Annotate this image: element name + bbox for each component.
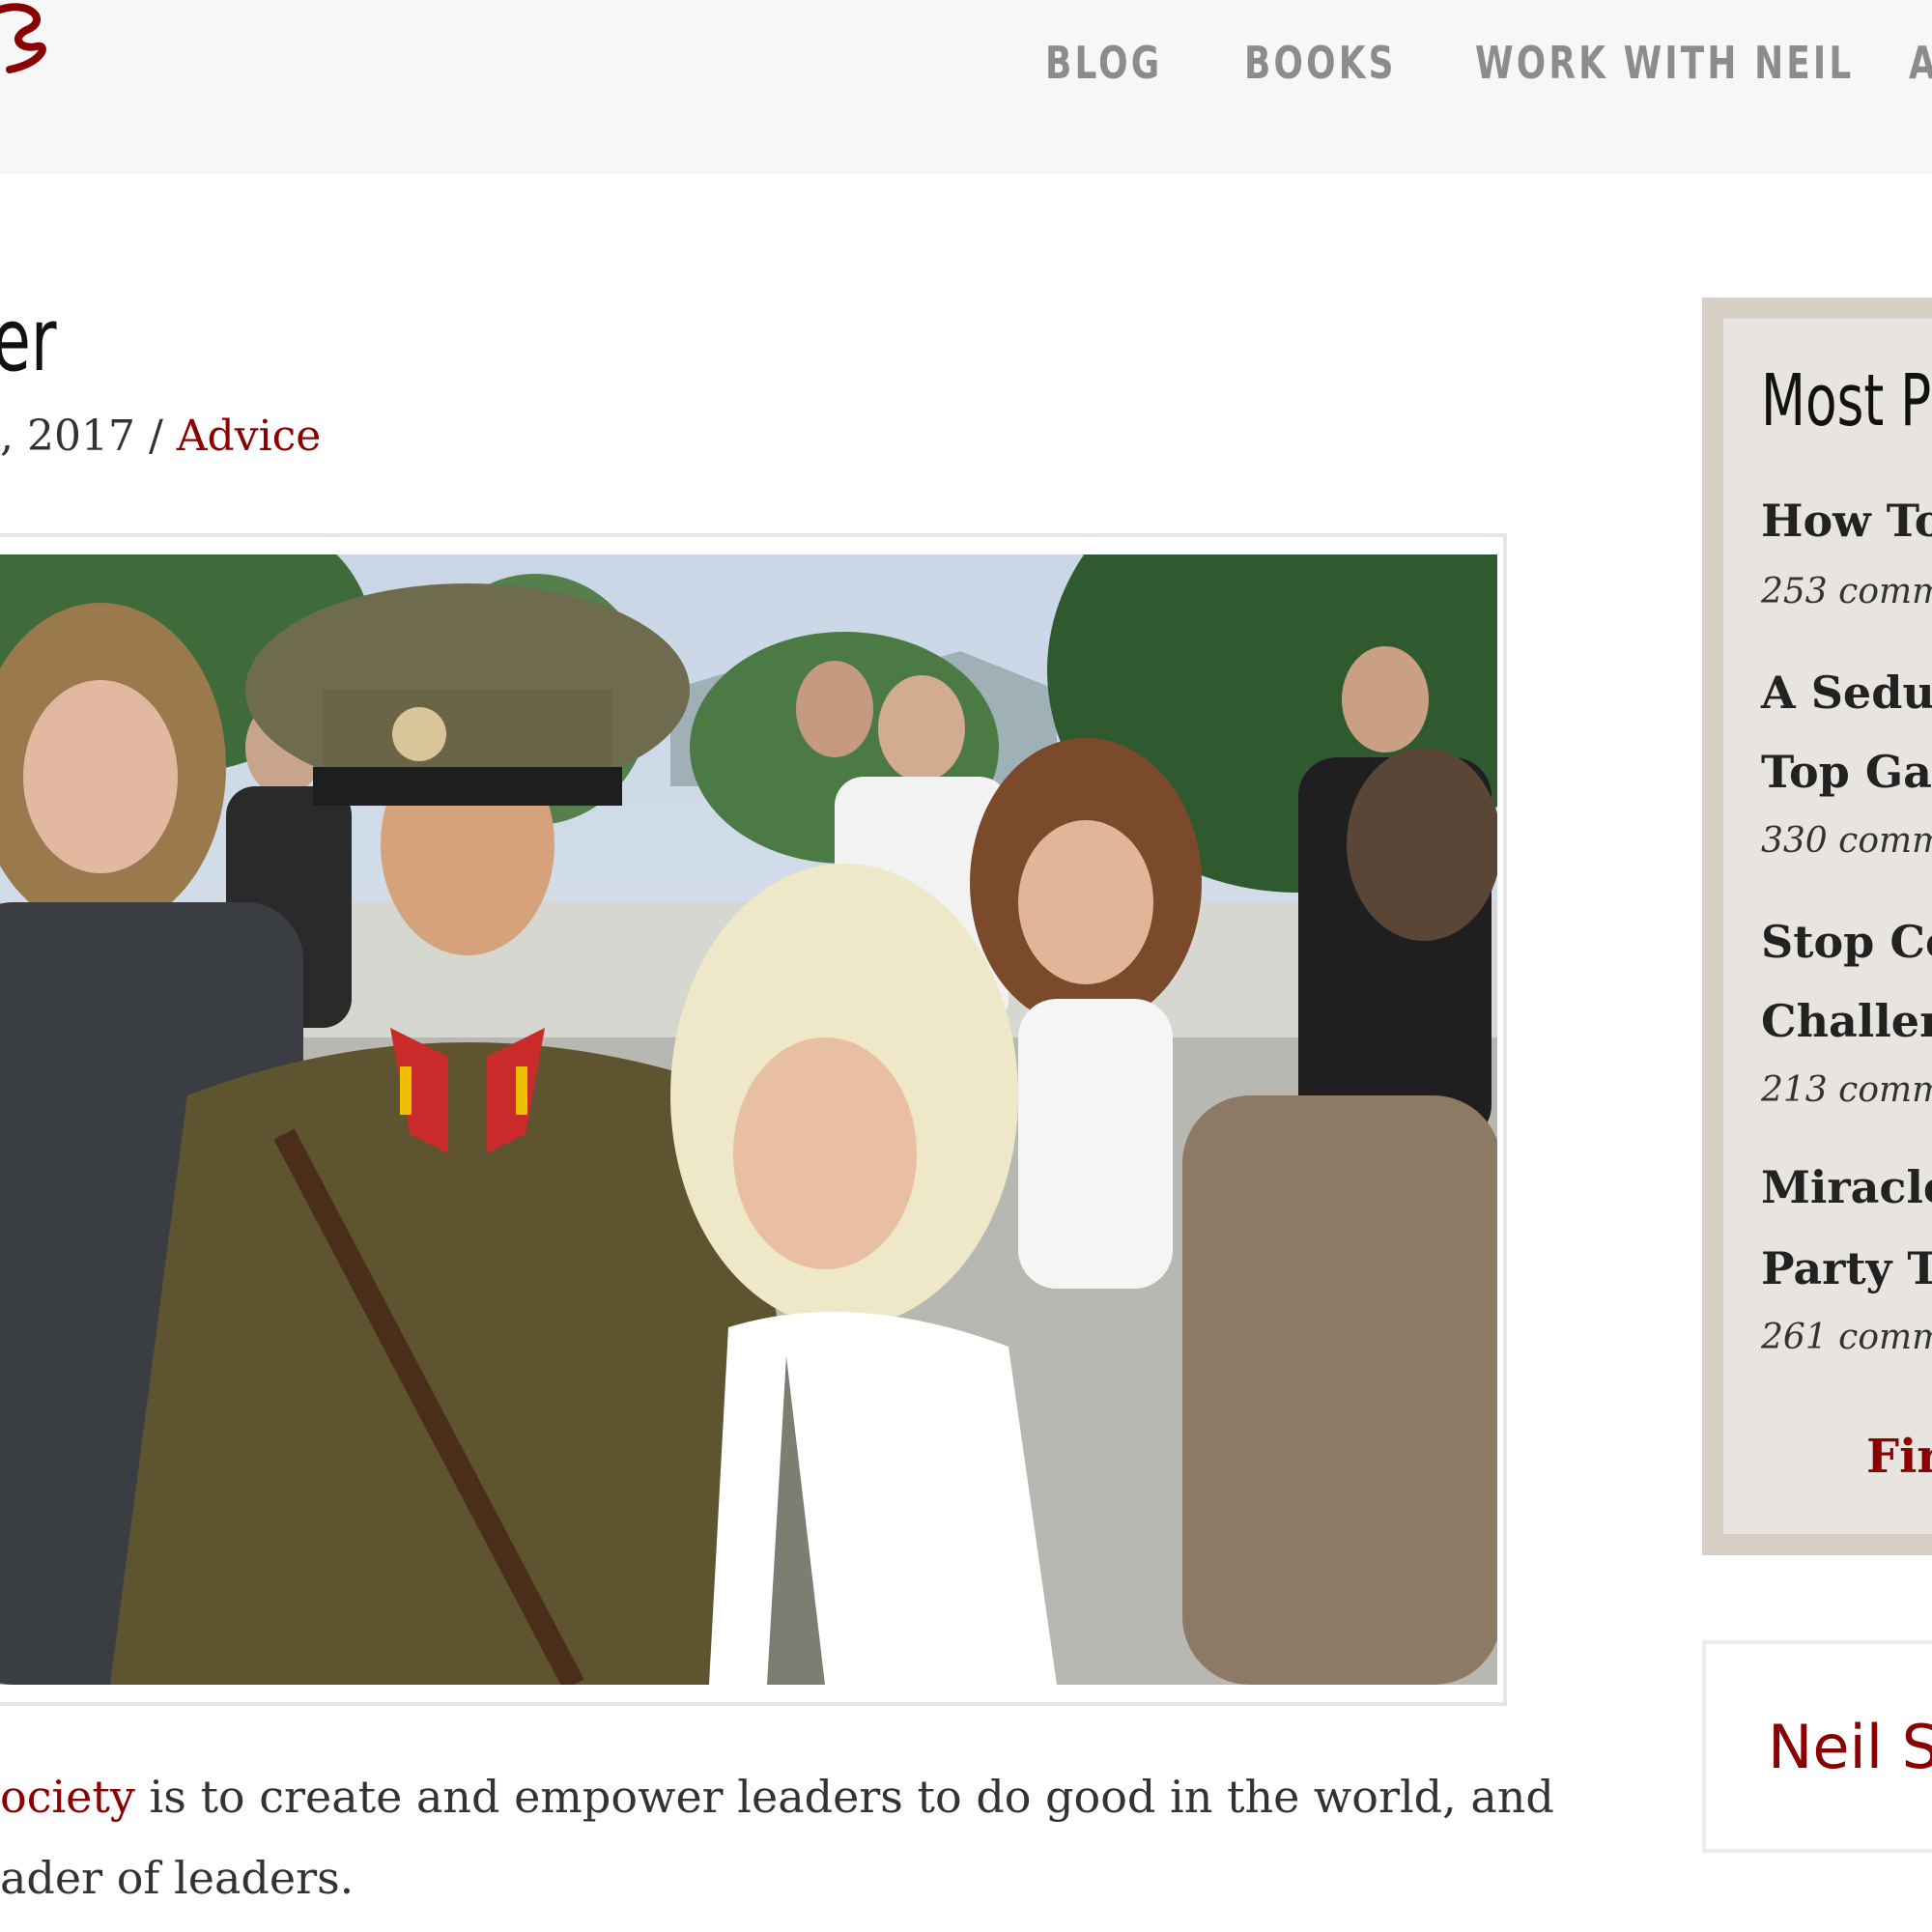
logo-icon[interactable] [0, 0, 58, 97]
popular-post-comments: 261 comm [1761, 1318, 1932, 1357]
author-name: Neil St [1768, 1712, 1932, 1782]
popular-post-comments: 253 comm [1761, 572, 1932, 611]
body-line-2: ader of leaders. [0, 1852, 355, 1904]
nav-work-with-neil[interactable]: WORK WITH NEIL [1475, 37, 1854, 89]
category-link[interactable]: Advice [177, 412, 322, 461]
society-link[interactable]: ociety [0, 1771, 135, 1823]
nav-blog[interactable]: BLOG [1045, 37, 1162, 89]
post-meta: , 2017 / Advice [0, 412, 321, 461]
nav-about[interactable]: A [1909, 37, 1932, 89]
first-link[interactable]: Fir [1866, 1430, 1932, 1484]
popular-post-title[interactable]: A Seduc [1761, 667, 1932, 719]
post-date: , 2017 [0, 412, 135, 461]
post-body-excerpt: ociety is to create and empower leaders … [0, 1756, 1554, 1918]
nav-books[interactable]: BOOKS [1244, 37, 1397, 89]
post-title: er [0, 290, 57, 391]
most-popular-title: Most Po [1761, 359, 1932, 442]
popular-post-comments: 213 comm [1761, 1070, 1932, 1110]
meta-separator: / [148, 412, 163, 461]
popular-post-title-line2[interactable]: Challen [1761, 995, 1932, 1047]
featured-image-frame [0, 533, 1507, 1706]
popular-post-title[interactable]: Stop Co [1761, 916, 1932, 968]
popular-post-title-line2[interactable]: Top Gam [1761, 746, 1932, 798]
body-line-1: ociety is to create and empower leaders … [0, 1756, 1554, 1837]
group-photo-image [0, 554, 1497, 1685]
popular-post-title[interactable]: Miracle [1761, 1161, 1932, 1213]
popular-post-title-line2[interactable]: Party To [1761, 1242, 1932, 1294]
popular-post-comments: 330 comm [1761, 821, 1932, 861]
popular-post-title[interactable]: How To [1761, 495, 1932, 547]
featured-photo [0, 554, 1497, 1685]
body-line-1-text: is to create and empower leaders to do g… [134, 1771, 1554, 1823]
site-header: BLOG BOOKS WORK WITH NEIL A [0, 0, 1932, 174]
